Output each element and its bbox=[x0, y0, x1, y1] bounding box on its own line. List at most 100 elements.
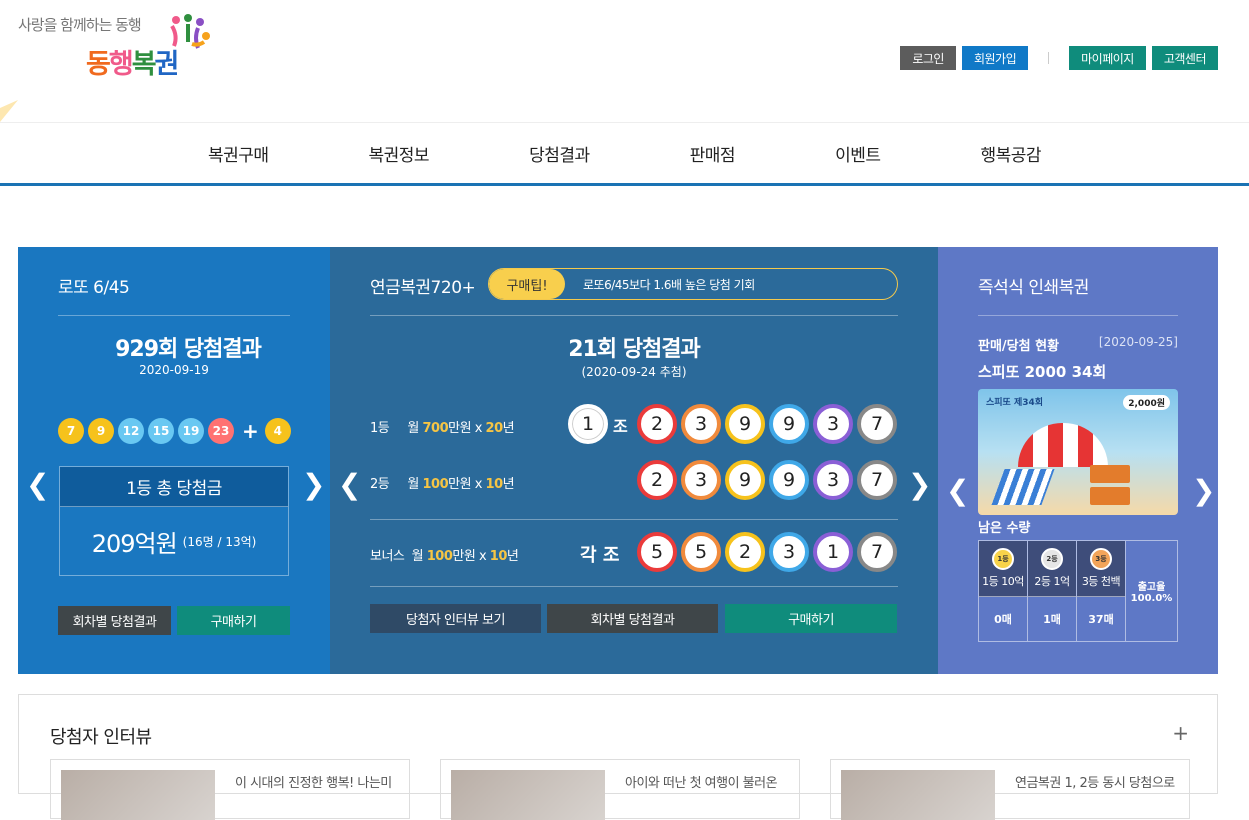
join-button[interactable]: 회원가입 bbox=[961, 46, 1029, 70]
prize-heading: 1등 총 당첨금 bbox=[60, 467, 288, 507]
interview-title: 당첨자 인터뷰 bbox=[50, 727, 152, 748]
pension-number-ball: 9 bbox=[769, 404, 809, 444]
buy-tip: 구매팁! 로또6/45보다 1.6배 높은 당첨 기회 bbox=[488, 268, 898, 300]
ticket-image[interactable]: 스피또 제34회 2,000원 bbox=[978, 389, 1178, 515]
prize-amount: 209억원 (16명 / 13억) bbox=[60, 507, 288, 575]
rank2-label: 2등 bbox=[370, 477, 390, 492]
corner-decoration bbox=[0, 100, 18, 122]
rank2-years: 10 bbox=[485, 477, 504, 492]
prev-arrow-icon[interactable]: ❮ bbox=[946, 477, 969, 505]
tip-label: 구매팁! bbox=[489, 269, 565, 299]
bonus-number-ball: 3 bbox=[769, 532, 809, 572]
lotto-history-button[interactable]: 회차별 당첨결과 bbox=[58, 606, 171, 635]
rank1-pre: 월 bbox=[407, 421, 423, 436]
ticket-title: 스피또 제34회 bbox=[986, 398, 1044, 408]
lotto-winning-numbers: 7 9 12 15 19 23 + 4 bbox=[58, 418, 295, 444]
nav-item-happiness[interactable]: 행복공감 bbox=[980, 141, 1041, 166]
interview-thumbnail bbox=[61, 770, 215, 820]
prize-tag-graphic bbox=[1090, 465, 1130, 483]
rank1-post: 년 bbox=[502, 421, 515, 436]
logo-people-icon bbox=[170, 14, 210, 49]
main-banner: 로또 6/45 929회 당첨결과 2020-09-19 7 9 12 15 1… bbox=[18, 247, 1218, 674]
tier-count: 1매 bbox=[1043, 613, 1061, 626]
pension-number-ball: 7 bbox=[857, 460, 897, 500]
lotto-buy-button[interactable]: 구매하기 bbox=[177, 606, 290, 635]
customer-center-button[interactable]: 고객센터 bbox=[1151, 46, 1218, 70]
remain-stock-table: 1등 1등 10억 0매 2등 2등 1억 1매 3등 3등 천백 37매 출고… bbox=[978, 540, 1178, 642]
tier-name: 1등 10억 bbox=[982, 575, 1024, 588]
instant-date: [2020-09-25] bbox=[1098, 335, 1178, 349]
divider bbox=[370, 315, 898, 316]
logo-name: 동행복권 bbox=[86, 42, 179, 81]
lotto-bonus-ball: 4 bbox=[264, 418, 291, 444]
nav-item-results[interactable]: 당첨결과 bbox=[529, 141, 590, 166]
bonus-number-ball: 5 bbox=[637, 532, 677, 572]
prize-tag-graphic bbox=[1090, 487, 1130, 505]
login-button[interactable]: 로그인 bbox=[900, 46, 956, 70]
instant-product-name: 스피또 2000 34회 bbox=[978, 363, 1107, 381]
lotto-ball: 23 bbox=[208, 418, 234, 444]
medal-icon: 1등 bbox=[992, 548, 1014, 570]
pension-round-title: 21회 당첨결과 bbox=[568, 337, 700, 362]
mypage-button[interactable]: 마이페이지 bbox=[1069, 46, 1146, 70]
lotto-ball: 9 bbox=[88, 418, 114, 444]
top-links: 로그인 회원가입 마이페이지 고객센터 bbox=[894, 46, 1218, 70]
prize-detail: (16명 / 13억) bbox=[182, 534, 257, 549]
pension-number-ball: 2 bbox=[637, 404, 677, 444]
site-logo[interactable]: 사랑을 함께하는 동행 동행복권 bbox=[18, 14, 218, 84]
pension-number-ball: 9 bbox=[725, 404, 765, 444]
more-plus-icon[interactable]: + bbox=[1172, 721, 1189, 745]
bonus-number-ball: 2 bbox=[725, 532, 765, 572]
medal-icon: 2등 bbox=[1041, 548, 1063, 570]
pension-number-ball: 7 bbox=[857, 404, 897, 444]
tier-head: 1등 1등 10억 bbox=[979, 541, 1027, 597]
bonus-mid: 만원 x bbox=[452, 549, 490, 564]
nav-item-event[interactable]: 이벤트 bbox=[835, 141, 881, 166]
logo-char: 동 bbox=[86, 49, 111, 80]
nav-item-stores[interactable]: 판매점 bbox=[690, 141, 736, 166]
pension-buy-button[interactable]: 구매하기 bbox=[725, 604, 897, 633]
pension-number-ball: 3 bbox=[681, 404, 721, 444]
medal-icon: 3등 bbox=[1090, 548, 1112, 570]
ticket-price: 2,000원 bbox=[1123, 395, 1170, 410]
bonus-years: 10 bbox=[489, 549, 508, 564]
tier-column: 2등 2등 1억 1매 bbox=[1028, 541, 1077, 641]
next-arrow-icon[interactable]: ❯ bbox=[1192, 477, 1215, 505]
umbrella-graphic bbox=[1018, 423, 1108, 467]
lotto-round-title: 929회 당첨결과 bbox=[115, 337, 262, 362]
divider bbox=[58, 315, 290, 316]
bonus-number-ball: 1 bbox=[813, 532, 853, 572]
interview-card[interactable]: 연금복권 1, 2등 동시 당첨으로 bbox=[830, 759, 1190, 820]
interview-card[interactable]: 이 시대의 진정한 행복! 나는미 bbox=[50, 759, 410, 820]
interview-thumbnail bbox=[451, 770, 605, 820]
next-arrow-icon[interactable]: ❯ bbox=[302, 471, 325, 499]
nav-item-buy[interactable]: 복권구매 bbox=[208, 141, 269, 166]
rank1-years: 20 bbox=[485, 421, 504, 436]
lotto-ball: 12 bbox=[118, 418, 144, 444]
plus-sign: + bbox=[242, 419, 259, 443]
next-arrow-icon[interactable]: ❯ bbox=[908, 471, 931, 499]
release-rate: 출고율 100.0% bbox=[1126, 541, 1177, 641]
rank1-label: 1등 bbox=[370, 421, 390, 436]
rank1-info: 1등 월 700만원 x 20년 bbox=[370, 417, 515, 436]
bonus-post: 년 bbox=[506, 549, 519, 564]
interview-card-text: 연금복권 1, 2등 동시 당첨으로 bbox=[1015, 776, 1175, 791]
interview-card[interactable]: 아이와 떠난 첫 여행이 불러온 bbox=[440, 759, 800, 820]
interview-button[interactable]: 당첨자 인터뷰 보기 bbox=[370, 604, 541, 633]
instant-sub-title: 판매/당첨 현황 bbox=[978, 339, 1060, 354]
pension-number-ball: 3 bbox=[681, 460, 721, 500]
rank1-amount: 700 bbox=[422, 421, 449, 436]
prev-arrow-icon[interactable]: ❮ bbox=[26, 471, 49, 499]
prev-arrow-icon[interactable]: ❮ bbox=[338, 471, 361, 499]
rate-value: 100.0% bbox=[1130, 593, 1173, 604]
divider bbox=[370, 586, 898, 587]
nav-item-info[interactable]: 복권정보 bbox=[369, 141, 430, 166]
pension-number-ball: 3 bbox=[813, 404, 853, 444]
divider bbox=[370, 519, 898, 520]
lotto-ball: 15 bbox=[148, 418, 174, 444]
tier-count: 37매 bbox=[1088, 613, 1114, 626]
bonus-pre: 월 bbox=[411, 549, 427, 564]
lotto-prize-box: 1등 총 당첨금 209억원 (16명 / 13억) bbox=[59, 466, 289, 576]
pension-history-button[interactable]: 회차별 당첨결과 bbox=[547, 604, 718, 633]
pension-title: 연금복권720+ bbox=[370, 278, 476, 298]
